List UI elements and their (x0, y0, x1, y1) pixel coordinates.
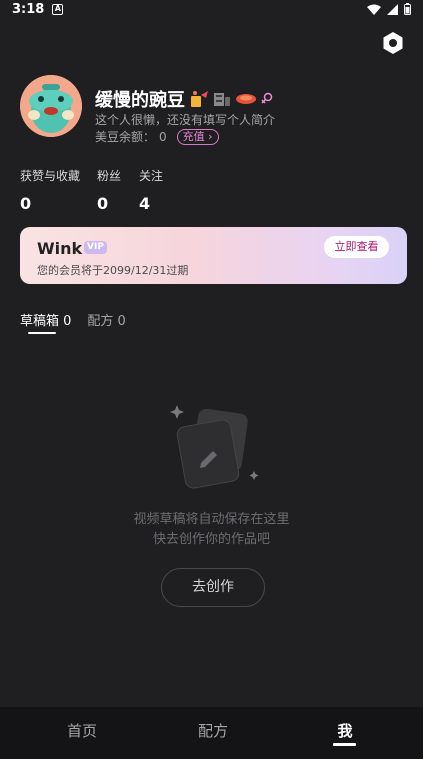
battery-icon (404, 3, 411, 15)
content-tabs: 草稿箱 0 配方 0 (20, 310, 126, 334)
nav-recipes[interactable]: 配方 (183, 720, 243, 741)
bottom-nav: 首页 配方 我 (0, 707, 423, 759)
stat-label: 粉丝 (97, 169, 122, 183)
female-gender-icon (261, 92, 273, 104)
username: 缓慢的豌豆 (95, 90, 185, 111)
stat-following[interactable]: 关注 4 (139, 167, 163, 213)
beans-label: 美豆余额： (95, 130, 156, 144)
disc-icon (236, 94, 256, 104)
stat-followers[interactable]: 粉丝 0 (97, 167, 121, 213)
tab-recipes[interactable]: 配方 0 (87, 310, 125, 329)
recharge-label: 充值 (182, 129, 205, 143)
avatar-dino-icon (20, 75, 82, 137)
beans-balance-row: 美豆余额： 0 充值 › (95, 128, 219, 145)
status-icons (367, 3, 411, 15)
stat-value: 0 (97, 194, 109, 213)
stat-value: 4 (139, 194, 151, 213)
beans-value: 0 (159, 129, 167, 144)
status-bar: 3:18 A (0, 0, 423, 18)
stat-likes[interactable]: 获赞与收藏 0 (20, 167, 80, 213)
empty-drafts-icon (167, 403, 260, 493)
empty-state-line1: 视频草稿将自动保存在这里 (133, 512, 290, 527)
chevron-right-icon: › (208, 129, 213, 143)
vip-expire-text: 您的会员将于2099/12/31过期 (37, 264, 189, 277)
notification-icon: A (52, 3, 64, 15)
film-icon (214, 93, 230, 106)
vip-card[interactable]: Wink VIP 您的会员将于2099/12/31过期 立即查看 (20, 227, 407, 284)
tab-drafts[interactable]: 草稿箱 0 (20, 310, 71, 334)
vip-badge: VIP (84, 241, 107, 254)
settings-icon (383, 32, 403, 54)
settings-button[interactable] (381, 31, 405, 55)
nav-home[interactable]: 首页 (52, 720, 112, 741)
vip-view-button[interactable]: 立即查看 (324, 236, 389, 258)
stat-value: 0 (20, 194, 32, 213)
avatar[interactable] (20, 75, 82, 137)
recharge-button[interactable]: 充值 › (176, 128, 219, 145)
vip-brand-logo: Wink (37, 239, 83, 258)
stat-label: 关注 (139, 169, 164, 183)
nav-active-indicator (333, 743, 356, 746)
wifi-icon (367, 4, 381, 15)
signal-icon (387, 3, 398, 15)
profile-bio: 这个人很懒，还没有填写个人简介 (95, 113, 276, 127)
profile-name-row: 缓慢的豌豆 (95, 86, 273, 112)
go-create-button[interactable]: 去创作 (161, 568, 265, 607)
nav-me[interactable]: 我 (315, 720, 375, 741)
stat-label: 获赞与收藏 (20, 169, 81, 183)
medal-icon (191, 91, 208, 107)
status-time: 3:18 (12, 1, 45, 17)
empty-state-line2: 快去创作你的作品吧 (152, 532, 270, 547)
